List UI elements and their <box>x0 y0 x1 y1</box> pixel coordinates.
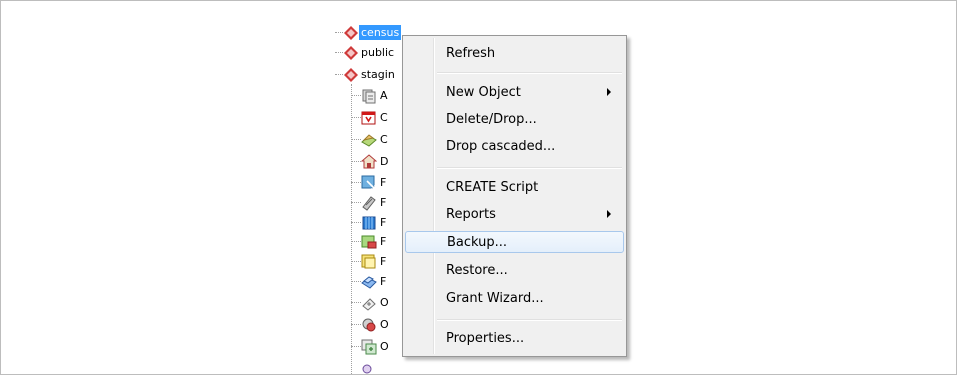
operators-icon <box>361 295 377 311</box>
tree-node-label: F <box>380 235 387 248</box>
functions-icon <box>361 274 377 290</box>
menu-separator <box>437 167 622 169</box>
tree-node-fts-parsers[interactable]: F <box>361 232 388 251</box>
tree-node-label: F <box>380 255 387 268</box>
tree-node-conversions[interactable]: C <box>361 130 390 149</box>
collations-icon <box>361 110 377 126</box>
tree-node-label: F <box>380 275 387 288</box>
tree-node-label: stagin <box>361 68 395 81</box>
tree-node-label: C <box>380 111 388 124</box>
fts-dictionaries-icon <box>361 215 377 231</box>
tree-node-fts-dictionaries[interactable]: F <box>361 213 388 232</box>
tree-node-partial <box>361 359 377 375</box>
tree-node-operator-classes[interactable]: O <box>361 315 391 334</box>
menu-item-backup[interactable]: Backup... <box>405 231 624 253</box>
menu-item-label: CREATE Script <box>446 179 539 195</box>
tree-node-operators[interactable]: O <box>361 293 391 312</box>
schema-icon <box>343 45 359 61</box>
tree-node-label: C <box>380 133 388 146</box>
conversions-icon <box>361 132 377 148</box>
menu-item-label: Properties... <box>446 330 525 346</box>
fts-configurations-icon <box>361 195 377 211</box>
menu-item-refresh[interactable]: Refresh <box>405 42 624 64</box>
tree-node-aggregates[interactable]: A <box>361 86 390 105</box>
tree-node-label: O <box>380 340 389 353</box>
tree-node-operator-families[interactable]: O <box>361 337 391 356</box>
menu-item-drop-cascaded[interactable]: Drop cascaded... <box>405 135 624 157</box>
menu-item-new-object[interactable]: New Object <box>405 81 624 103</box>
menu-item-grant-wizard[interactable]: Grant Wizard... <box>405 287 624 309</box>
foreign-tables-icon <box>361 175 377 191</box>
tree-node-fts-configurations[interactable]: F <box>361 193 388 212</box>
menu-item-delete-drop[interactable]: Delete/Drop... <box>405 108 624 130</box>
schema-icon <box>343 25 359 41</box>
menu-item-create-script[interactable]: CREATE Script <box>405 176 624 198</box>
menu-item-label: Reports <box>446 206 496 222</box>
menu-item-label: Delete/Drop... <box>446 111 537 127</box>
menu-item-properties[interactable]: Properties... <box>405 327 624 349</box>
object-browser-tree: census public stagin A C C D F F F F F F… <box>331 22 411 374</box>
tree-node-foreign-tables[interactable]: F <box>361 173 388 192</box>
tree-node-census[interactable]: census <box>343 23 402 42</box>
fts-templates-icon <box>361 254 377 270</box>
schema-icon <box>343 67 359 83</box>
tree-node-domains[interactable]: D <box>361 152 390 171</box>
menu-item-label: Grant Wizard... <box>446 290 544 306</box>
tree-node-label: F <box>380 196 387 209</box>
menu-separator <box>437 72 622 74</box>
menu-item-reports[interactable]: Reports <box>405 203 624 225</box>
operator-classes-icon <box>361 317 377 333</box>
tree-node-staging[interactable]: stagin <box>343 65 397 84</box>
aggregates-icon <box>361 88 377 104</box>
tree-node-label: O <box>380 318 389 331</box>
tree-node-functions[interactable]: F <box>361 272 388 291</box>
menu-item-label: Backup... <box>447 234 508 250</box>
tree-node-label: D <box>380 155 389 168</box>
tree-node-label: F <box>380 176 387 189</box>
menu-item-label: Restore... <box>446 262 508 278</box>
menu-item-label: Refresh <box>446 45 496 61</box>
pgadmin-object-browser-panel: census public stagin A C C D F F F F F F… <box>0 0 957 375</box>
tree-node-label: census <box>359 25 402 40</box>
tree-node-collations[interactable]: C <box>361 108 390 127</box>
menu-separator <box>437 319 622 321</box>
sequences-icon <box>361 361 377 375</box>
domains-icon <box>361 153 377 170</box>
submenu-arrow-icon <box>607 210 611 218</box>
submenu-arrow-icon <box>607 88 611 96</box>
menu-item-label: Drop cascaded... <box>446 138 556 154</box>
tree-node-label: O <box>380 296 389 309</box>
tree-node-fts-templates[interactable]: F <box>361 252 388 271</box>
menu-item-label: New Object <box>446 84 521 100</box>
fts-parsers-icon <box>361 234 377 250</box>
tree-node-label: F <box>380 216 387 229</box>
context-menu: Refresh New Object Delete/Drop... Drop c… <box>402 35 627 357</box>
tree-node-label: A <box>380 89 388 102</box>
tree-node-public[interactable]: public <box>343 43 396 62</box>
tree-node-label: public <box>361 46 395 59</box>
operator-families-icon <box>361 339 377 355</box>
menu-item-restore[interactable]: Restore... <box>405 259 624 281</box>
